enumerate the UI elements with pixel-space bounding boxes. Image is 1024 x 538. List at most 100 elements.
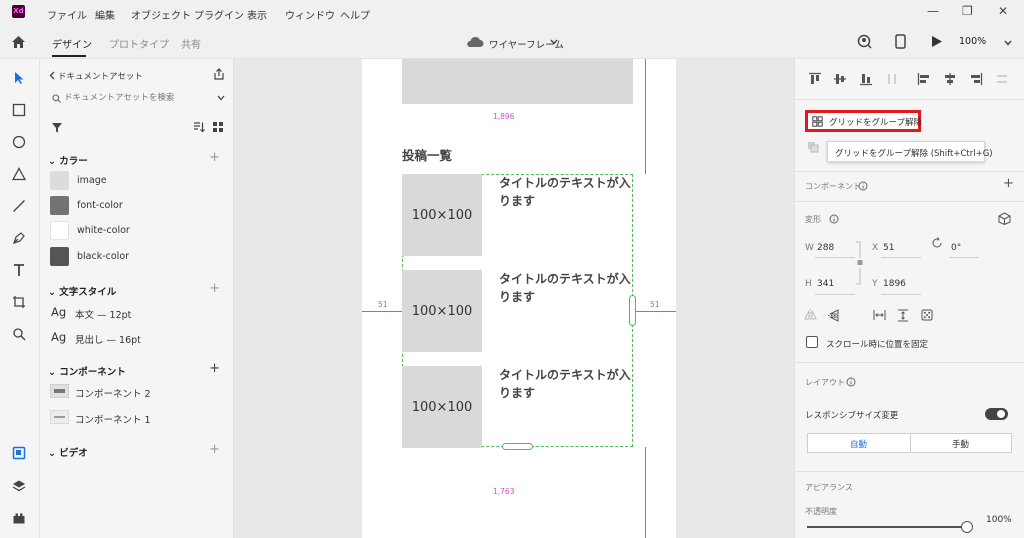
menu-help[interactable]: ヘルプ [340, 7, 370, 22]
artboard[interactable]: 1,896 1,763 51 投稿一覧 100×100 タイトルのテキストが入り… [362, 59, 676, 538]
chevron-down-icon[interactable] [550, 39, 558, 45]
distribute-v-spacing-icon[interactable] [897, 309, 909, 322]
menu-plugins[interactable]: プラグイン [194, 7, 244, 22]
grid-view-icon[interactable] [212, 121, 224, 133]
dice-icon[interactable] [921, 309, 933, 321]
asset-search-input[interactable] [64, 90, 214, 106]
add-video-button[interactable]: + [209, 442, 220, 457]
filter-icon[interactable] [51, 122, 63, 133]
home-icon[interactable] [11, 35, 26, 49]
add-component-button[interactable]: + [209, 361, 220, 376]
color-swatch-font-color[interactable] [50, 196, 69, 215]
info-icon[interactable] [846, 377, 856, 387]
distribute-horizontal-icon[interactable] [885, 72, 899, 86]
layers-panel-toggle[interactable] [10, 477, 28, 495]
repeat-grid-handle-bottom[interactable] [502, 443, 533, 450]
card-thumbnail[interactable]: 100×100 [402, 366, 482, 448]
artboard-tool[interactable] [10, 293, 28, 311]
opacity-slider-track[interactable] [807, 526, 967, 528]
tab-prototype[interactable]: プロトタイプ [109, 36, 169, 51]
color-swatch-white-color[interactable] [50, 221, 69, 240]
menu-window[interactable]: ウィンドウ [285, 7, 335, 22]
info-icon[interactable] [829, 214, 839, 224]
user-icon[interactable] [857, 34, 872, 49]
repeat-grid-handle-right[interactable] [629, 295, 636, 326]
card-title[interactable]: タイトルのテキストが入ります [499, 366, 639, 402]
add-text-style-button[interactable]: + [209, 281, 220, 296]
zoom-level[interactable]: 100% [959, 36, 986, 47]
card-thumbnail[interactable]: 100×100 [402, 270, 482, 352]
fix-scroll-checkbox[interactable] [806, 336, 818, 348]
auto-button[interactable]: 自動 [807, 433, 911, 453]
flip-vertical-icon[interactable] [828, 309, 840, 322]
color-swatch-black-color[interactable] [50, 247, 69, 266]
assets-back-label[interactable]: ドキュメントアセット [58, 70, 143, 82]
flip-horizontal-icon[interactable] [804, 309, 817, 321]
align-left-icon[interactable] [917, 72, 931, 86]
align-right-icon[interactable] [969, 72, 983, 86]
lock-aspect-icon[interactable] [855, 240, 865, 286]
align-middle-icon[interactable] [833, 72, 847, 86]
zoom-tool[interactable] [10, 325, 28, 343]
maximize-button[interactable]: ❐ [962, 4, 973, 18]
opacity-slider-handle[interactable] [961, 521, 973, 533]
share-export-icon[interactable] [213, 68, 225, 80]
plugins-panel-toggle[interactable] [10, 509, 28, 527]
y-value[interactable]: 1896 [883, 279, 906, 289]
color-swatch-image[interactable] [50, 171, 69, 190]
component-item-2[interactable]: コンポーネント 2 [75, 386, 151, 400]
colors-section-toggle[interactable]: ⌄ カラー [48, 153, 88, 167]
card-title[interactable]: タイトルのテキストが入ります [499, 270, 639, 306]
card-title[interactable]: タイトルのテキストが入ります [499, 174, 639, 210]
add-component-plus[interactable]: + [1003, 176, 1014, 191]
text-styles-section-toggle[interactable]: ⌄ 文字スタイル [48, 284, 116, 298]
search-chevron-icon[interactable] [217, 95, 225, 101]
3d-cube-icon[interactable] [998, 212, 1011, 225]
opacity-value[interactable]: 100% [986, 515, 1012, 525]
card-thumbnail[interactable]: 100×100 [402, 174, 482, 256]
menu-file[interactable]: ファイル [47, 7, 87, 22]
select-tool[interactable] [10, 69, 28, 87]
close-button[interactable]: ✕ [998, 4, 1008, 18]
distribute-h-spacing-icon[interactable] [873, 309, 886, 321]
add-color-button[interactable]: + [209, 150, 220, 165]
play-icon[interactable] [931, 35, 943, 48]
section-title[interactable]: 投稿一覧 [402, 145, 452, 164]
rectangle-tool[interactable] [10, 101, 28, 119]
component-item-1[interactable]: コンポーネント 1 [75, 412, 151, 426]
manual-button[interactable]: 手動 [910, 433, 1012, 453]
pen-tool[interactable] [10, 229, 28, 247]
ellipse-tool[interactable] [10, 133, 28, 151]
menu-view[interactable]: 表示 [247, 7, 267, 22]
components-section-toggle[interactable]: ⌄ コンポーネント [48, 364, 126, 378]
canvas[interactable]: 1,896 1,763 51 投稿一覧 100×100 タイトルのテキストが入り… [234, 59, 794, 538]
duplicate-icon[interactable] [807, 141, 820, 153]
height-value[interactable]: 341 [817, 279, 834, 289]
distribute-vertical-icon[interactable] [995, 72, 1009, 86]
width-value[interactable]: 288 [817, 243, 834, 253]
text-style-name[interactable]: 見出し — 16pt [75, 332, 141, 346]
responsive-resize-toggle[interactable] [985, 408, 1008, 420]
align-center-icon[interactable] [943, 72, 957, 86]
tab-share[interactable]: 共有 [181, 36, 201, 51]
line-tool[interactable] [10, 197, 28, 215]
zoom-chevron-icon[interactable] [1004, 40, 1012, 46]
sort-icon[interactable] [193, 121, 205, 133]
align-bottom-icon[interactable] [859, 72, 873, 86]
align-top-icon[interactable] [808, 72, 822, 86]
polygon-tool[interactable] [10, 165, 28, 183]
rotation-value[interactable]: 0° [951, 243, 961, 253]
text-tool[interactable] [10, 261, 28, 279]
x-value[interactable]: 51 [883, 243, 894, 253]
menu-object[interactable]: オブジェクト [131, 7, 191, 22]
video-section-toggle[interactable]: ⌄ ビデオ [48, 445, 88, 459]
assets-panel-toggle[interactable] [10, 444, 28, 462]
ungroup-grid-button[interactable]: グリッドをグループ解除 [805, 110, 922, 132]
tab-design[interactable]: デザイン [52, 36, 92, 51]
back-chevron-icon[interactable] [49, 71, 55, 80]
menu-edit[interactable]: 編集 [95, 7, 115, 22]
minimize-button[interactable]: — [927, 4, 939, 18]
mobile-preview-icon[interactable] [895, 34, 906, 49]
info-icon[interactable] [858, 181, 868, 191]
image-placeholder[interactable] [402, 59, 633, 104]
